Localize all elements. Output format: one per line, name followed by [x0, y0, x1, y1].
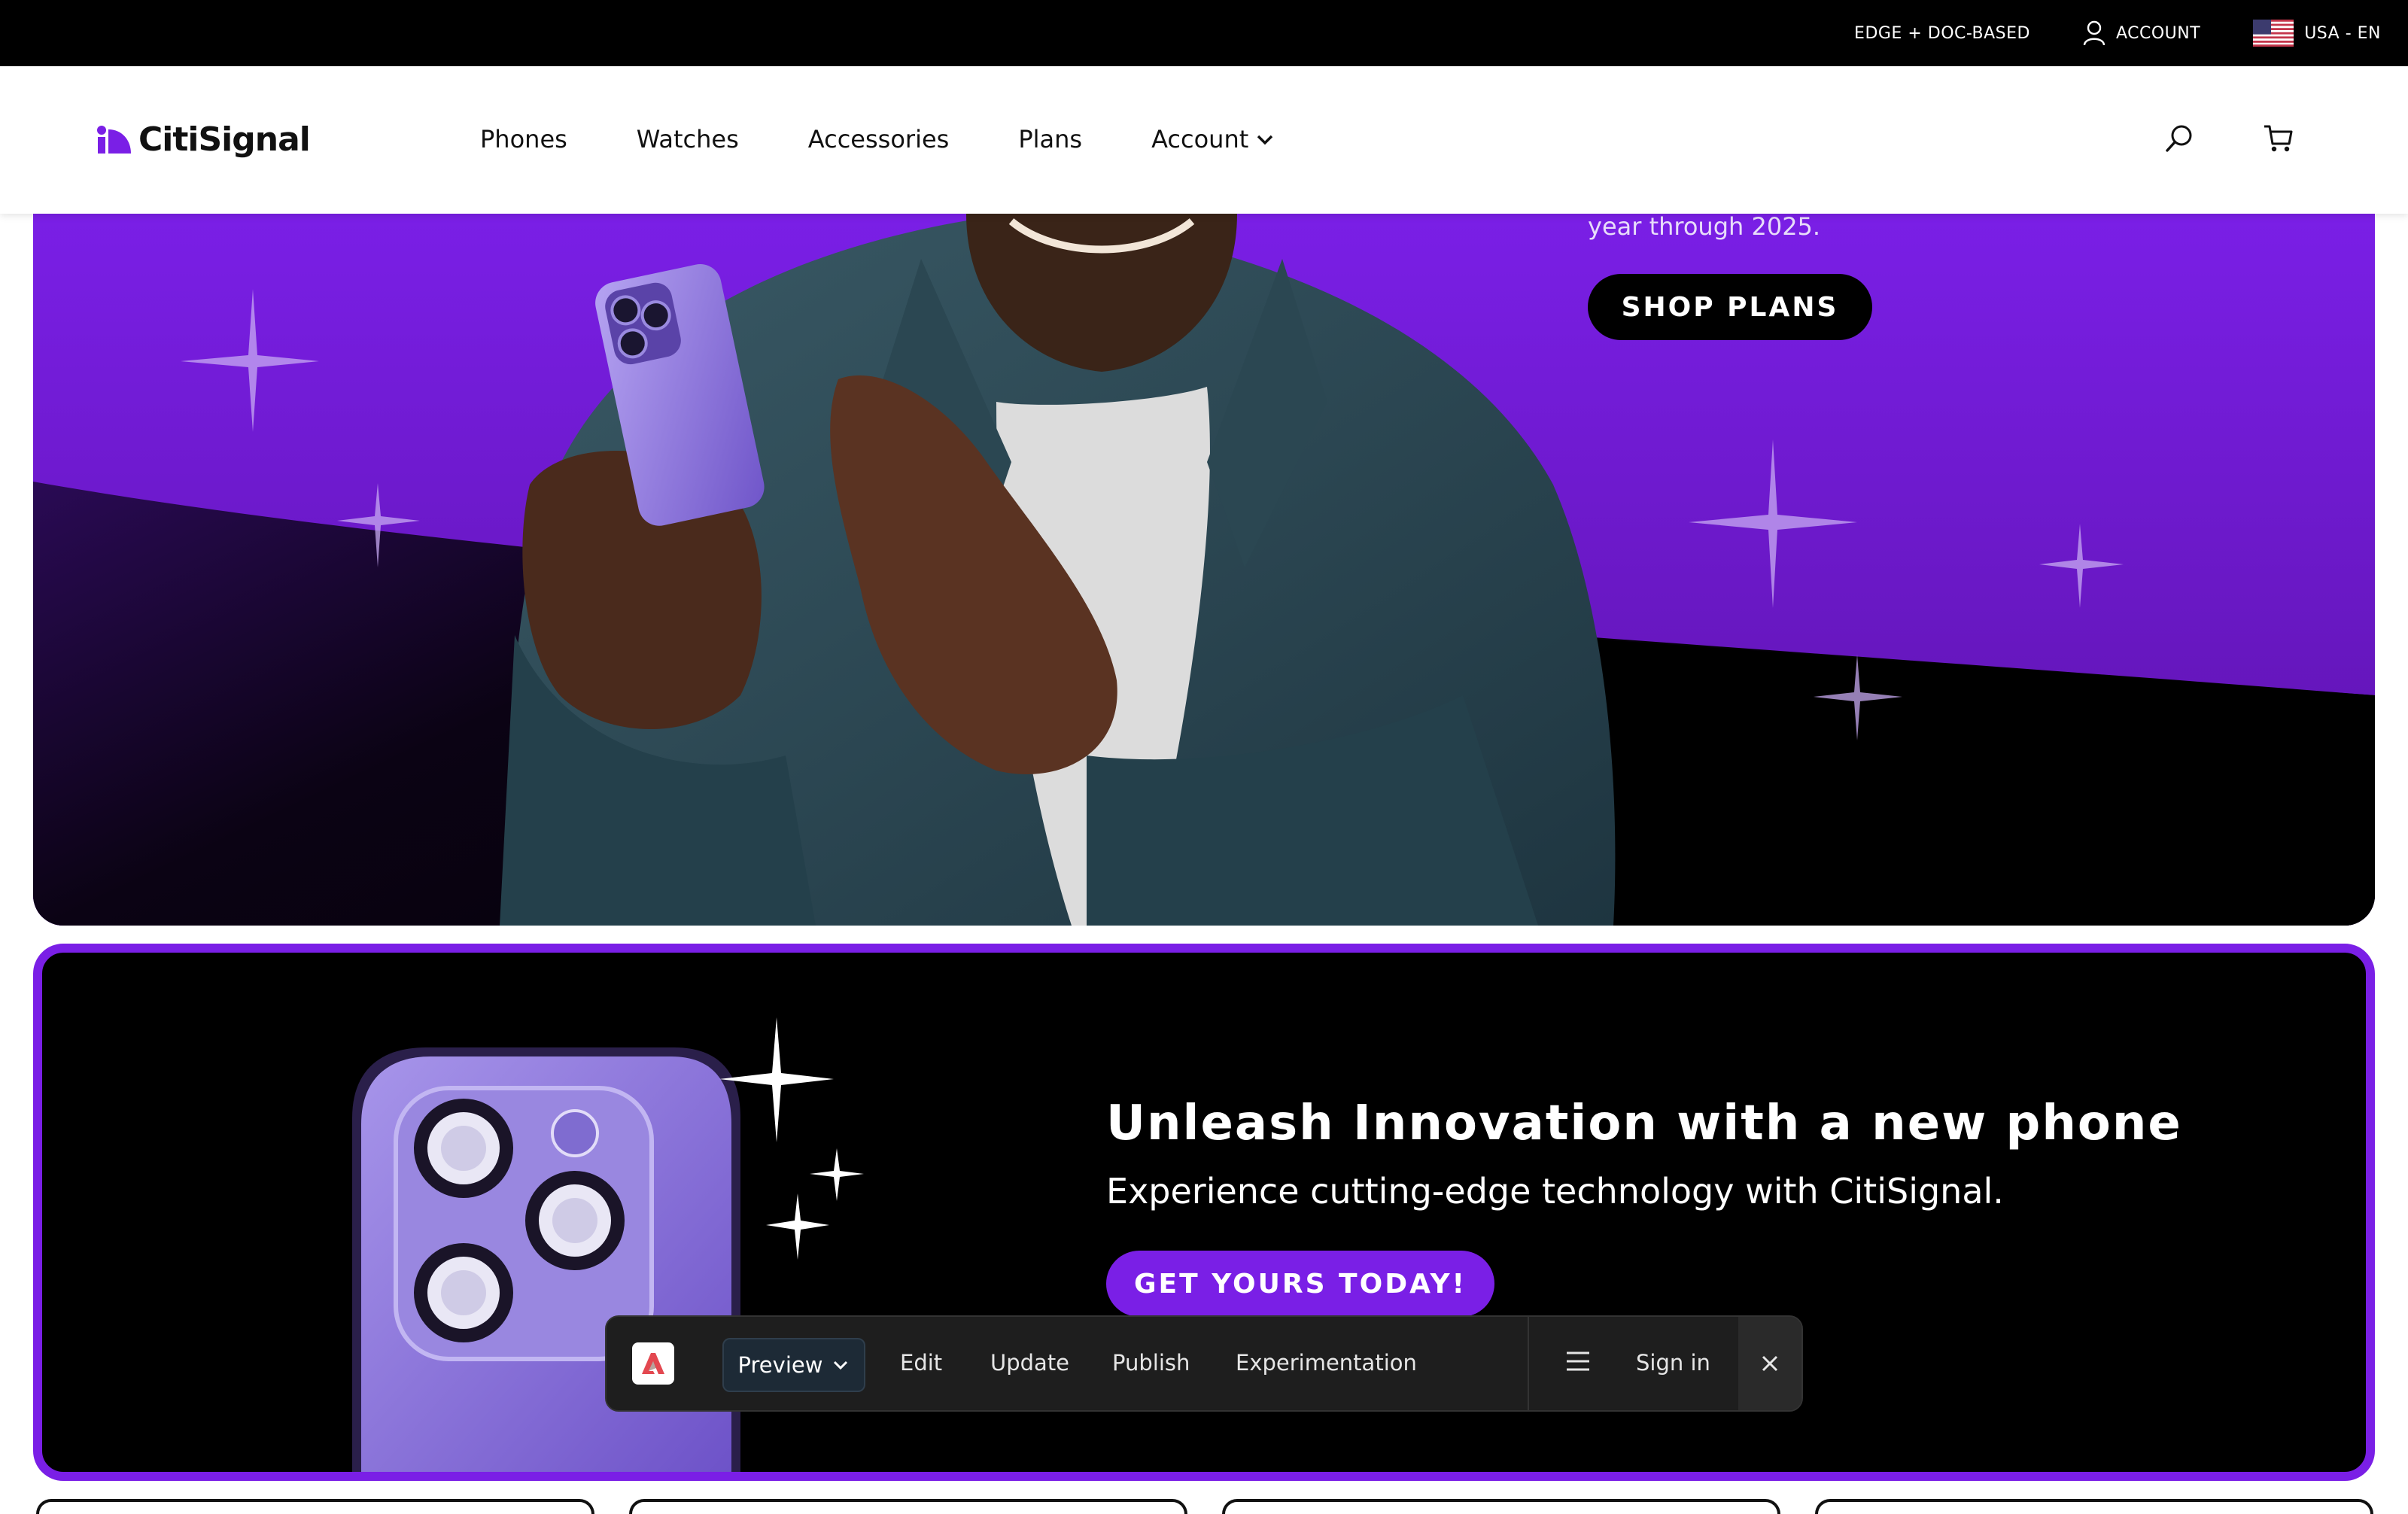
site-variant-label: EDGE + DOC-BASED — [1854, 23, 2030, 43]
adobe-a-icon — [642, 1353, 664, 1374]
citisignal-logo-icon — [97, 125, 131, 154]
nav-item-accessories[interactable]: Accessories — [808, 125, 950, 154]
adobe-logo-icon[interactable] — [632, 1342, 674, 1385]
logo-wordmark: CitiSignal — [138, 120, 311, 159]
product-card-edge — [36, 1499, 594, 1514]
get-yours-button[interactable]: GET YOURS TODAY! — [1106, 1251, 1494, 1317]
chevron-down-icon — [834, 1360, 848, 1370]
nav-item-account-label: Account — [1151, 125, 1249, 154]
toolbar-divider — [1528, 1317, 1529, 1410]
close-button[interactable] — [1738, 1317, 1801, 1410]
nav-item-plans[interactable]: Plans — [1018, 125, 1082, 154]
edit-button[interactable]: Edit — [900, 1350, 942, 1376]
environment-switcher[interactable]: Preview — [722, 1338, 865, 1392]
utility-bar: EDGE + DOC-BASED ACCOUNT USA - EN — [0, 0, 2408, 66]
nav-item-watches[interactable]: Watches — [637, 125, 739, 154]
product-card-edge — [1222, 1499, 1780, 1514]
sign-in-button[interactable]: Sign in — [1636, 1350, 1710, 1376]
cart-button[interactable] — [2259, 119, 2298, 158]
promo-subtitle: Experience cutting-edge technology with … — [1106, 1171, 2004, 1212]
locale-label: USA - EN — [2304, 23, 2381, 43]
search-button[interactable] — [2160, 119, 2199, 158]
hero-illustration — [33, 214, 2375, 926]
menu-button[interactable] — [1565, 1350, 1591, 1378]
product-card-edge — [1815, 1499, 2373, 1514]
search-icon — [2166, 125, 2192, 152]
nav-item-phones[interactable]: Phones — [480, 125, 567, 154]
user-icon — [2083, 20, 2105, 46]
preview-label: Preview — [737, 1352, 823, 1378]
update-button[interactable]: Update — [990, 1350, 1069, 1376]
locale-selector[interactable]: USA - EN — [2253, 20, 2381, 47]
hero-banner: year through 2025. SHOP PLANS — [33, 214, 2375, 926]
publish-button[interactable]: Publish — [1112, 1350, 1190, 1376]
hero-copy: year through 2025. — [1588, 214, 1821, 241]
experimentation-button[interactable]: Experimentation — [1236, 1350, 1417, 1376]
us-flag-icon — [2253, 20, 2294, 47]
main-navigation: CitiSignal Phones Watches Accessories Pl… — [0, 66, 2408, 214]
cart-icon — [2264, 125, 2293, 152]
product-card-edge — [629, 1499, 1187, 1514]
sidekick-toolbar: Preview Edit Update Publish Experimentat… — [605, 1315, 1803, 1412]
promo-title: Unleash Innovation with a new phone — [1106, 1096, 2182, 1151]
shop-plans-button[interactable]: SHOP PLANS — [1588, 274, 1872, 340]
site-variant-link[interactable]: EDGE + DOC-BASED — [1854, 24, 2030, 43]
account-label: ACCOUNT — [2115, 23, 2201, 43]
nav-item-account[interactable]: Account — [1151, 125, 1275, 154]
primary-menu: Phones Watches Accessories Plans Account — [480, 125, 1275, 154]
site-logo[interactable]: CitiSignal — [96, 120, 311, 159]
hamburger-icon — [1567, 1351, 1589, 1371]
account-link[interactable]: ACCOUNT — [2083, 20, 2200, 46]
close-icon — [1762, 1355, 1778, 1372]
chevron-down-icon — [1257, 135, 1273, 145]
